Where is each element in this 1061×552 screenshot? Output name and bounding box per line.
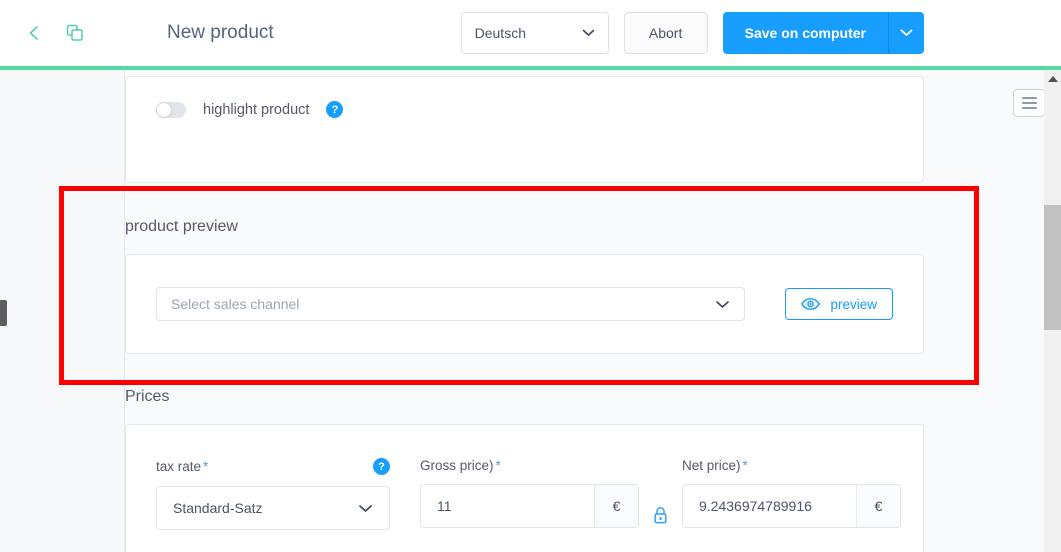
main-content: highlight product ? product preview Sele… <box>125 70 1045 552</box>
header-nav-icons <box>0 0 125 66</box>
app-window: New product Deutsch Abort Save on comput… <box>0 0 1061 552</box>
net-price-label-text: Net price) <box>682 458 741 473</box>
hamburger-bar <box>1021 107 1037 109</box>
copy-icon[interactable] <box>62 20 88 46</box>
chevron-left-icon-svg <box>29 26 38 40</box>
save-button[interactable]: Save on computer <box>722 12 888 54</box>
pricing-group: Gross price)* € <box>420 458 901 537</box>
required-marker: * <box>495 458 501 473</box>
tax-rate-select[interactable]: Standard-Satz <box>156 486 390 530</box>
highlight-product-card: highlight product ? <box>125 76 924 183</box>
required-marker: * <box>203 459 209 474</box>
copy-icon-svg <box>66 24 83 41</box>
gross-price-input-wrap: € <box>420 484 639 528</box>
hamburger-bar <box>1021 97 1037 99</box>
product-preview-section: product preview Select sales channel pre… <box>125 218 924 354</box>
gross-price-label-text: Gross price) <box>420 458 494 473</box>
tax-rate-label-row: tax rate * ? <box>156 458 390 475</box>
preview-button[interactable]: preview <box>785 288 893 320</box>
product-preview-title: product preview <box>125 218 238 235</box>
required-marker: * <box>742 458 748 473</box>
net-price-input[interactable] <box>683 485 856 527</box>
help-icon[interactable]: ? <box>326 101 344 118</box>
highlight-product-toggle[interactable] <box>156 101 186 118</box>
hamburger-icon[interactable] <box>1013 89 1045 117</box>
language-select-value: Deutsch <box>474 25 526 41</box>
gross-price-currency: € <box>594 485 638 527</box>
preview-button-label: preview <box>830 296 877 312</box>
prices-section: Prices tax rate * ? Standard-Satz Gross … <box>125 388 924 552</box>
sidebar-rail <box>0 70 125 552</box>
scroll-up-arrow-icon[interactable] <box>1044 72 1061 86</box>
highlight-product-label: highlight product <box>203 101 310 118</box>
abort-button[interactable]: Abort <box>623 12 708 54</box>
chevron-down-icon <box>582 29 594 36</box>
sales-channel-select[interactable]: Select sales channel <box>156 287 746 321</box>
scroll-thumb[interactable] <box>1044 205 1061 330</box>
app-header: New product Deutsch Abort Save on comput… <box>0 0 1061 66</box>
chevron-down-icon <box>716 300 730 308</box>
save-button-group: Save on computer <box>722 12 924 54</box>
prices-card: tax rate * ? Standard-Satz Gross price) * <box>125 424 924 552</box>
product-preview-card: Select sales channel preview <box>125 254 924 354</box>
chevron-left-icon[interactable] <box>20 20 46 46</box>
eye-icon <box>801 298 821 310</box>
prices-title: Prices <box>125 388 170 405</box>
chevron-down-icon <box>359 504 372 512</box>
chevron-down-icon <box>900 29 913 36</box>
net-price-label: Net price) * <box>682 458 901 473</box>
gross-price-input[interactable] <box>421 485 594 527</box>
tax-rate-value: Standard-Satz <box>173 500 263 516</box>
sidebar-drag-handle[interactable] <box>0 300 7 326</box>
net-price-field: Net price)* € <box>682 458 901 528</box>
gross-price-field: Gross price)* € <box>420 458 639 528</box>
save-dropdown-button[interactable] <box>888 12 924 54</box>
net-price-input-wrap: € <box>682 484 901 528</box>
gross-price-label: Gross price) * <box>420 458 639 473</box>
tax-rate-label: tax rate * <box>156 459 208 474</box>
hamburger-bar <box>1021 102 1037 104</box>
net-price-currency: € <box>856 485 900 527</box>
vertical-scrollbar[interactable] <box>1044 70 1061 552</box>
tax-rate-help-icon[interactable]: ? <box>373 458 390 475</box>
toggle-knob <box>157 102 171 117</box>
tax-rate-field: tax rate * ? Standard-Satz <box>156 458 390 530</box>
highlight-product-row: highlight product ? <box>156 101 344 118</box>
header-actions: Deutsch Abort Save on computer <box>460 12 1061 54</box>
tax-rate-label-text: tax rate <box>156 459 202 474</box>
language-select[interactable]: Deutsch <box>460 12 609 54</box>
sales-channel-placeholder: Select sales channel <box>171 296 300 312</box>
lock-closed-icon <box>654 506 667 523</box>
price-lock-toggle[interactable] <box>653 493 668 537</box>
page-title: New product <box>167 22 274 43</box>
